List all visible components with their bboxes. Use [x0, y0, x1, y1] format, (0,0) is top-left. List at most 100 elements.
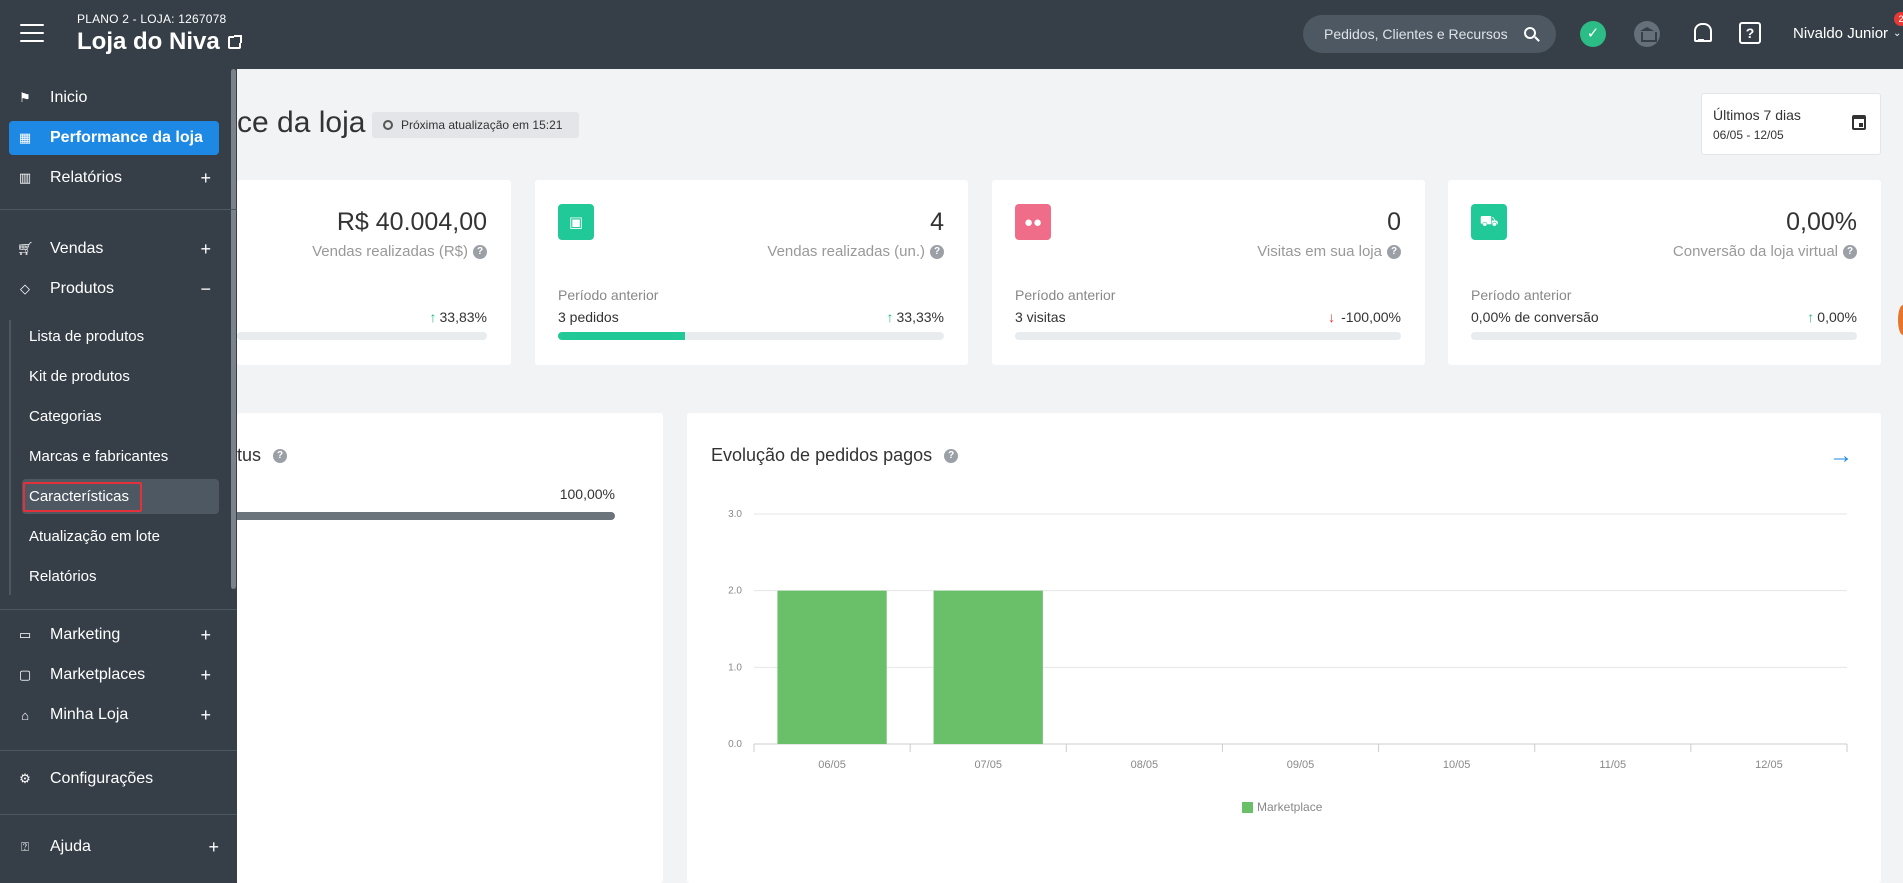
card-progress	[1015, 332, 1401, 340]
sidebar-item-marketing[interactable]: ▭ Marketing +	[9, 618, 219, 652]
sidebar-item-label: Marketplaces	[50, 666, 146, 683]
card-progress	[1471, 332, 1857, 340]
sidebar-item-marketplaces[interactable]: ▢ Marketplaces +	[9, 658, 219, 692]
question-icon[interactable]: ?	[930, 244, 944, 259]
legend-label: Marketplace	[1257, 800, 1323, 814]
sidebar-item-inicio[interactable]: ⚑ Inicio	[9, 81, 219, 115]
submenu-atualizacao-lote[interactable]: Atualização em lote	[29, 528, 160, 545]
x-tick-label: 10/05	[1443, 759, 1471, 771]
sidebar-item-configuracoes[interactable]: ⚙ Configurações	[9, 762, 219, 796]
user-menu[interactable]: Nivaldo Junior ⌄	[1793, 25, 1901, 42]
monitor-icon: ▢	[18, 667, 32, 682]
tv-icon: ▭	[18, 627, 32, 642]
store-name[interactable]: Loja do Niva	[77, 28, 242, 56]
card-delta: ↑ 0,00%	[1807, 309, 1857, 325]
plus-icon[interactable]: +	[200, 625, 211, 646]
side-widget[interactable]	[1898, 305, 1903, 335]
check-icon[interactable]: ✓	[1580, 21, 1606, 47]
card-prev-label: Período anterior	[1015, 287, 1116, 303]
card-prev-value: 3 pedidos	[558, 309, 619, 325]
bank-icon[interactable]	[1634, 21, 1660, 47]
plus-icon[interactable]: +	[200, 665, 211, 686]
card-label: Visitas em sua loja?	[1257, 243, 1401, 260]
orders-chart: 0.0 1.0 2.0 3.0 06/05 07/05 08/05 09/05 10/05 11/…	[700, 490, 1860, 785]
search-icon[interactable]	[1524, 27, 1536, 39]
card-delta: ↑ 33,83%	[429, 309, 487, 325]
sidebar-item-label: Ajuda	[50, 838, 91, 855]
plus-icon[interactable]: +	[200, 239, 211, 260]
arrow-up-icon: ↑	[886, 309, 894, 325]
sidebar-item-label: Inicio	[50, 89, 88, 106]
sidebar-item-vendas[interactable]: 🛒︎ Vendas +	[9, 232, 219, 266]
home-icon: ⌂	[21, 707, 29, 723]
help-icon[interactable]: ?	[1739, 22, 1761, 44]
status-bar	[237, 512, 615, 520]
calendar-icon[interactable]	[1852, 115, 1866, 130]
menu-icon[interactable]	[20, 24, 44, 42]
card-progress	[237, 332, 487, 340]
store-name-text: Loja do Niva	[77, 28, 220, 55]
minus-icon[interactable]: −	[200, 279, 211, 300]
plus-icon[interactable]: +	[200, 705, 211, 726]
submenu-marcas[interactable]: Marcas e fabricantes	[29, 448, 168, 465]
card-delta: ↓ -100,00%	[1328, 309, 1401, 325]
sidebar: ⚑ Inicio ▦ Performance da loja ▥ Relatór…	[0, 69, 237, 883]
submenu-lista-produtos[interactable]: Lista de produtos	[29, 328, 144, 345]
sidebar-divider	[0, 209, 237, 210]
external-link-icon[interactable]	[227, 34, 242, 49]
search-input[interactable]	[1324, 26, 1514, 42]
sidebar-scrollbar[interactable]	[231, 69, 236, 589]
question-icon[interactable]: ?	[1387, 244, 1401, 259]
submenu-categorias[interactable]: Categorias	[29, 408, 102, 425]
sidebar-divider	[0, 609, 237, 610]
bar-06-05	[777, 590, 887, 744]
sidebar-item-label: Vendas	[50, 240, 104, 257]
sidebar-divider	[0, 750, 237, 751]
question-icon[interactable]: ?	[473, 244, 487, 259]
plus-icon[interactable]: +	[200, 168, 211, 189]
y-tick-label: 3.0	[728, 509, 742, 520]
card-sales-units: ▣ 4 Vendas realizadas (un.)? Período ant…	[535, 180, 968, 365]
card-value: 4	[930, 208, 944, 236]
question-icon[interactable]: ?	[273, 448, 288, 463]
user-name: Nivaldo Junior	[1793, 25, 1889, 42]
sidebar-item-label: Minha Loja	[50, 706, 129, 723]
flag-icon: ⚑	[19, 90, 31, 105]
question-icon[interactable]: ?	[944, 448, 959, 463]
y-tick-label: 0.0	[728, 739, 742, 750]
help-icon: ⍰	[21, 839, 29, 854]
chart-legend[interactable]: Marketplace	[1242, 800, 1322, 814]
y-tick-label: 2.0	[728, 586, 742, 597]
chevron-down-icon: ⌄	[1893, 28, 1902, 39]
cart-icon: ⛟	[1471, 204, 1507, 240]
card-delta: ↑ 33,33%	[886, 309, 944, 325]
orders-chart-svg: 0.0 1.0 2.0 3.0 06/05 07/05 08/05 09/05 10/05 11/…	[728, 509, 1848, 771]
status-percent: 100,00%	[559, 486, 615, 502]
x-tick-label: 06/05	[818, 759, 846, 771]
sidebar-item-minha-loja[interactable]: ⌂ Minha Loja +	[9, 698, 219, 732]
card-prev-label: Período anterior	[558, 287, 659, 303]
plus-icon[interactable]: +	[208, 837, 219, 858]
arrow-down-icon: ↓	[1328, 309, 1336, 325]
sidebar-item-relatorios[interactable]: ▥ Relatórios +	[9, 161, 219, 195]
sidebar-item-performance[interactable]: ▦ Performance da loja	[9, 121, 219, 155]
bar-chart-icon: ▥	[18, 170, 32, 185]
date-range-picker[interactable]: Últimos 7 dias 06/05 - 12/05	[1701, 93, 1881, 155]
submenu-kit-produtos[interactable]: Kit de produtos	[29, 368, 130, 385]
orders-panel-title: Evolução de pedidos pagos ?	[711, 445, 959, 466]
arrow-right-icon[interactable]: →	[1829, 442, 1853, 470]
submenu-relatorios[interactable]: Relatórios	[29, 568, 97, 585]
question-icon[interactable]: ?	[1843, 244, 1857, 259]
bell-icon[interactable]	[1692, 22, 1712, 42]
sidebar-item-label: Performance da loja	[50, 129, 203, 146]
sidebar-item-ajuda[interactable]: ⍰ Ajuda +	[9, 830, 219, 864]
clock-icon	[383, 120, 393, 130]
sidebar-item-label: Marketing	[50, 626, 121, 643]
card-progress	[558, 332, 944, 340]
card-conversion: ⛟ 0,00% Conversão da loja virtual? Perío…	[1448, 180, 1881, 365]
x-tick-label: 12/05	[1755, 759, 1783, 771]
update-chip: Próxima atualização em 15:21	[372, 112, 580, 138]
plan-label: PLANO 2 - LOJA: 1267078	[77, 12, 227, 26]
sidebar-item-produtos[interactable]: ◇ Produtos −	[9, 272, 219, 306]
y-tick-label: 1.0	[728, 662, 742, 673]
